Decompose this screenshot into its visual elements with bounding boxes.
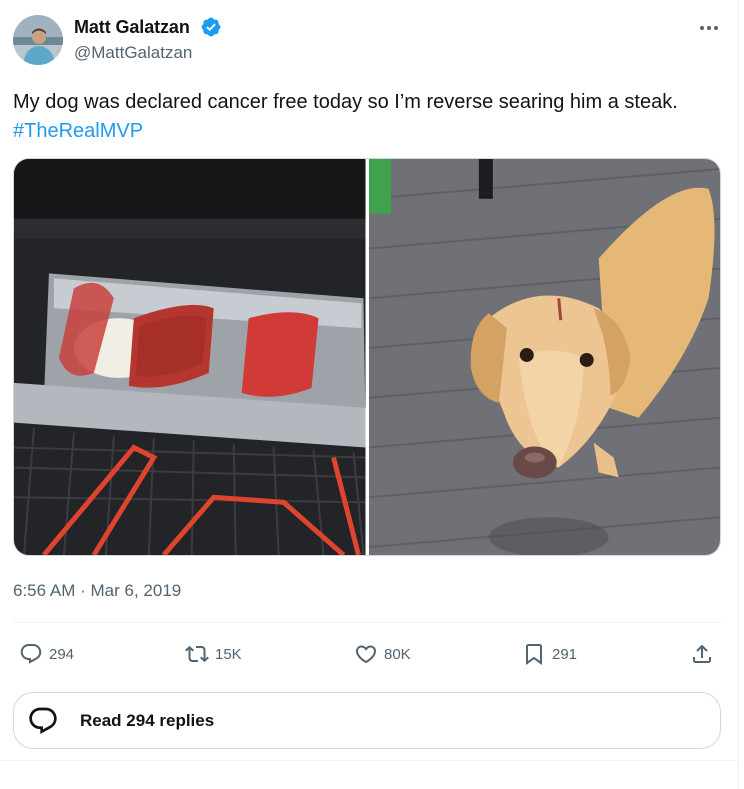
avatar[interactable] [13,15,63,65]
tweet-body: My dog was declared cancer free today so… [13,91,678,113]
retweet-count: 15K [215,645,242,663]
share-button[interactable] [690,636,714,672]
photo-golden-retriever[interactable] [368,159,720,555]
tweet-card: Matt Galatzan @MattGalatzan My dog was d… [0,0,744,789]
tweet-timestamp[interactable]: 6:56 AM · Mar 6, 2019 [13,581,181,601]
card-border-right [738,0,739,789]
like-count: 80K [384,645,411,663]
tweet-date[interactable]: Mar 6, 2019 [91,581,182,600]
reply-button[interactable]: 294 [19,636,74,672]
photo-steaks-in-oven[interactable] [14,159,366,555]
like-button[interactable]: 80K [354,636,411,672]
action-bar: 294 15K 80K 291 [0,636,744,672]
bookmark-icon [526,644,542,665]
tweet-time[interactable]: 6:56 AM [13,581,75,600]
read-replies-label: Read 294 replies [80,710,215,730]
share-icon [693,644,711,663]
hashtag-link[interactable]: #TheRealMVP [13,117,728,146]
author-name[interactable]: Matt Galatzan [74,17,190,38]
bookmark-button[interactable]: 291 [522,636,577,672]
timestamp-separator: · [80,581,86,600]
divider [13,622,721,623]
verified-badge-icon [201,17,221,37]
bookmark-count: 291 [552,645,578,663]
card-border-bottom [0,760,739,761]
media-grid [13,158,721,556]
more-options-button[interactable] [694,14,724,42]
reply-count: 294 [49,645,75,663]
more-horizontal-icon [700,26,704,30]
reply-icon [20,644,42,664]
retweet-button[interactable]: 15K [185,636,242,672]
author-handle[interactable]: @MattGalatzan [74,43,192,63]
retweet-icon [185,645,209,663]
tweet-text: My dog was declared cancer free today so… [13,88,728,146]
chat-bubble-icon [29,707,57,734]
heart-icon [355,645,377,664]
read-replies-button[interactable]: Read 294 replies [13,692,721,749]
